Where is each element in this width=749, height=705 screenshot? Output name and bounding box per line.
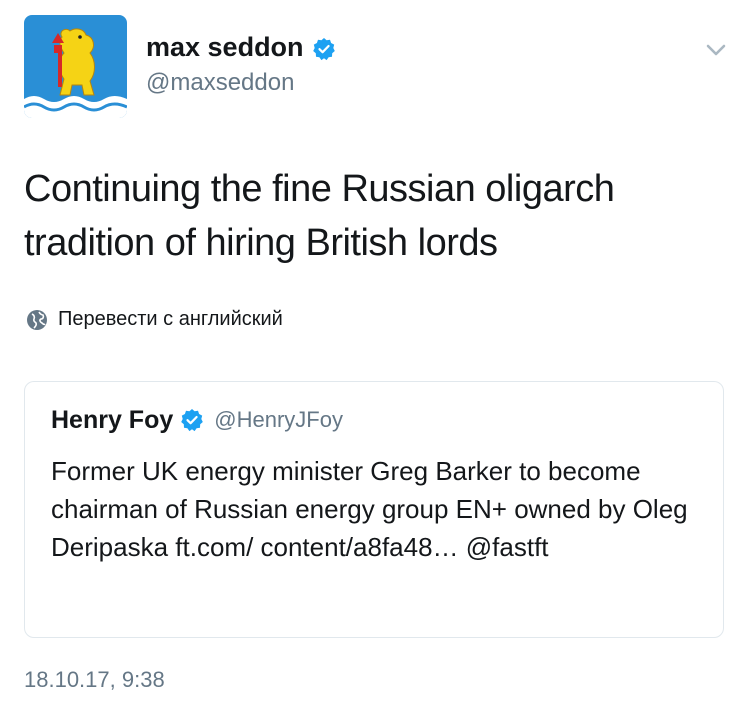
author-name[interactable]: max seddon [146,30,304,64]
quoted-tweet-card[interactable]: Henry Foy @HenryJFoy Former UK energy mi… [24,381,724,638]
tweet-timestamp[interactable]: 18.10.17, 9:38 [24,665,165,695]
quoted-tweet-text: Former UK energy minister Greg Barker to… [51,456,688,562]
avatar[interactable] [24,15,127,118]
chevron-down-icon[interactable] [700,34,732,66]
author-handle[interactable]: @maxseddon [146,68,294,98]
globe-icon [26,309,48,331]
tweet-text: Continuing the fine Russian oligarch tra… [24,168,615,264]
author-name-row[interactable]: max seddon [146,30,336,64]
bear-avatar-icon [24,15,127,118]
verified-badge-icon [312,35,336,61]
translate-label[interactable]: Перевести с английский [58,308,283,331]
quoted-author-name: Henry Foy [51,406,174,434]
quoted-author-handle: @HenryJFoy [214,407,343,432]
quoted-tweet-header: Henry Foy @HenryJFoy [51,404,343,436]
verified-badge-icon [180,408,204,432]
translate-link[interactable]: Перевести с английский [26,308,283,331]
